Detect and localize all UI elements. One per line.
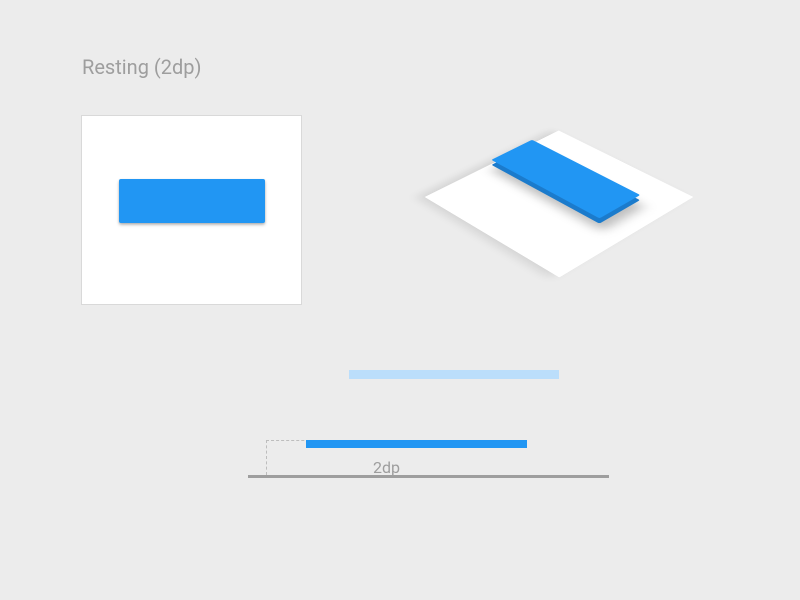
callout-dash-left [266,440,267,475]
elevation-diagram: Resting (2dp) 2dp [0,0,800,600]
isometric-view [384,50,728,310]
flat-view-button [119,179,265,223]
elevation-label: 2dp [320,458,400,477]
diagram-title: Resting (2dp) [82,55,201,79]
side-ground-line [248,475,609,478]
side-surface-bar [349,370,559,379]
side-view [231,370,611,510]
side-elevated-bar [306,440,527,448]
